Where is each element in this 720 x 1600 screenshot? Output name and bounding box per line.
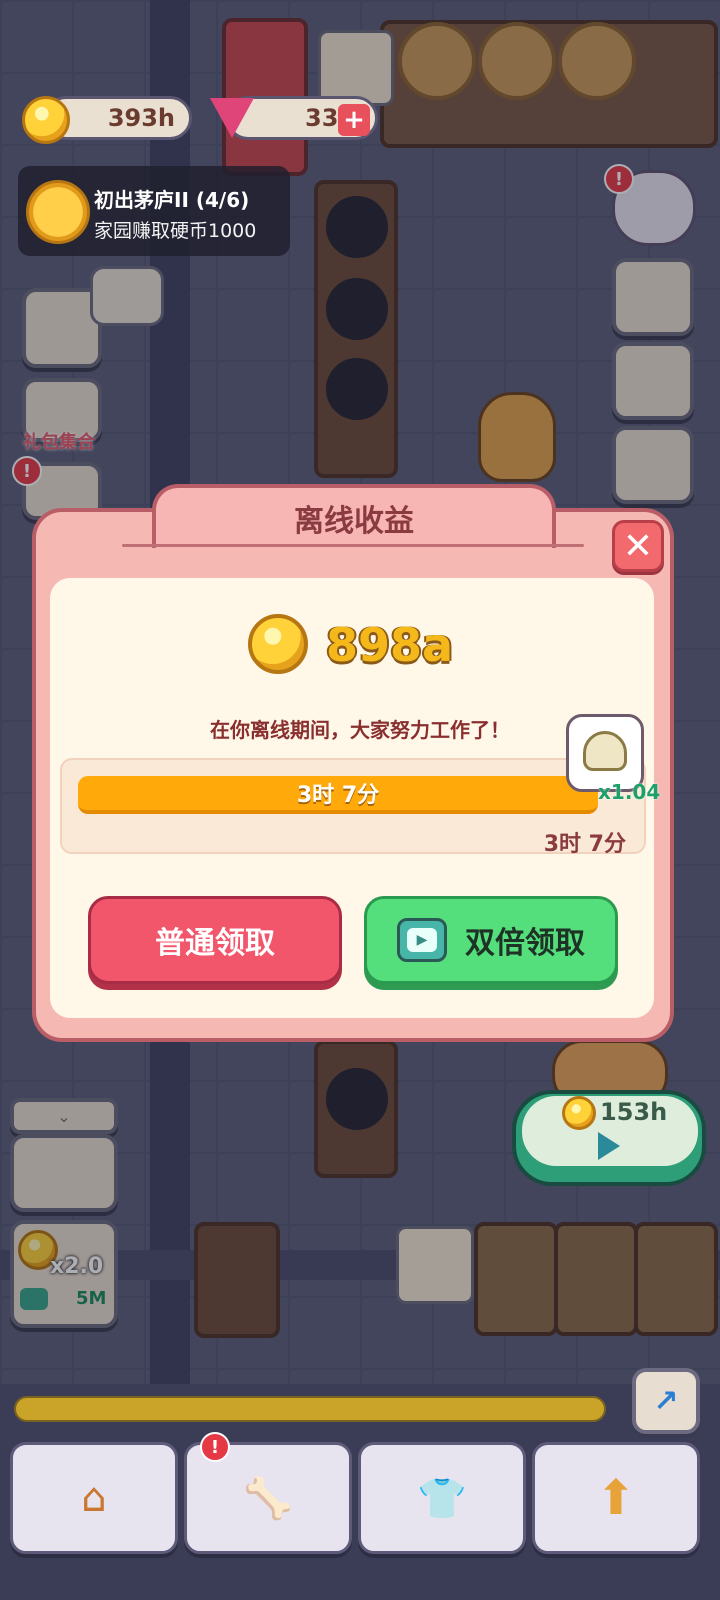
max-time-label: 3时 7分: [543, 832, 626, 857]
bone-icon: 🦴: [243, 1475, 293, 1522]
house-icon: ⌂: [81, 1475, 107, 1521]
coin-icon: [22, 96, 70, 144]
plus-icon[interactable]: +: [338, 104, 370, 136]
normal-claim-label: 普通领取: [155, 926, 275, 961]
double-claim-label: 双倍领取: [465, 926, 585, 961]
pet-multiplier: x1.04: [598, 780, 661, 804]
offline-time-bar: 3时 7分: [78, 776, 598, 814]
pot-pet-icon: [583, 731, 627, 771]
trend-arrow-button[interactable]: ↗: [632, 1368, 700, 1434]
play-icon[interactable]: [598, 1132, 620, 1160]
coin-icon: [248, 614, 308, 674]
close-icon: ✕: [622, 525, 654, 567]
title-divider: [122, 544, 584, 547]
nav-upgrade-button[interactable]: ⬆: [532, 1442, 700, 1554]
trend-arrow-icon: ↗: [653, 1383, 679, 1419]
quest-title: 初出茅庐II (4/6): [94, 188, 250, 212]
bar-time-label: 3时 7分: [296, 783, 380, 808]
tv-ad-icon: ▶: [397, 918, 447, 962]
close-button[interactable]: ✕: [612, 520, 664, 572]
gem-amount: 33: [305, 104, 339, 132]
coin-icon: [562, 1096, 596, 1130]
quest-panel[interactable]: 初出茅庐II (4/6) 家园赚取硬币1000: [18, 166, 290, 256]
shirt-icon: 👕: [417, 1475, 467, 1522]
earnings-amount: 898a: [326, 618, 454, 672]
nav-outfit-button[interactable]: 👕: [358, 1442, 526, 1554]
alert-icon: !: [200, 1432, 230, 1462]
income-amount: 153h: [600, 1098, 668, 1126]
coin-amount: 393h: [107, 104, 175, 132]
level-progress-bar: [14, 1396, 606, 1422]
broom-quest-icon: [26, 180, 90, 244]
quest-description: 家园赚取硬币1000: [94, 220, 257, 242]
nav-home-button[interactable]: ⌂: [10, 1442, 178, 1554]
normal-claim-button[interactable]: 普通领取: [88, 896, 342, 984]
upgrade-arrow-icon: ⬆: [595, 1470, 637, 1526]
gem-icon: [210, 98, 254, 138]
double-claim-button[interactable]: ▶ 双倍领取: [364, 896, 618, 984]
dialog-title: 离线收益: [152, 484, 556, 548]
